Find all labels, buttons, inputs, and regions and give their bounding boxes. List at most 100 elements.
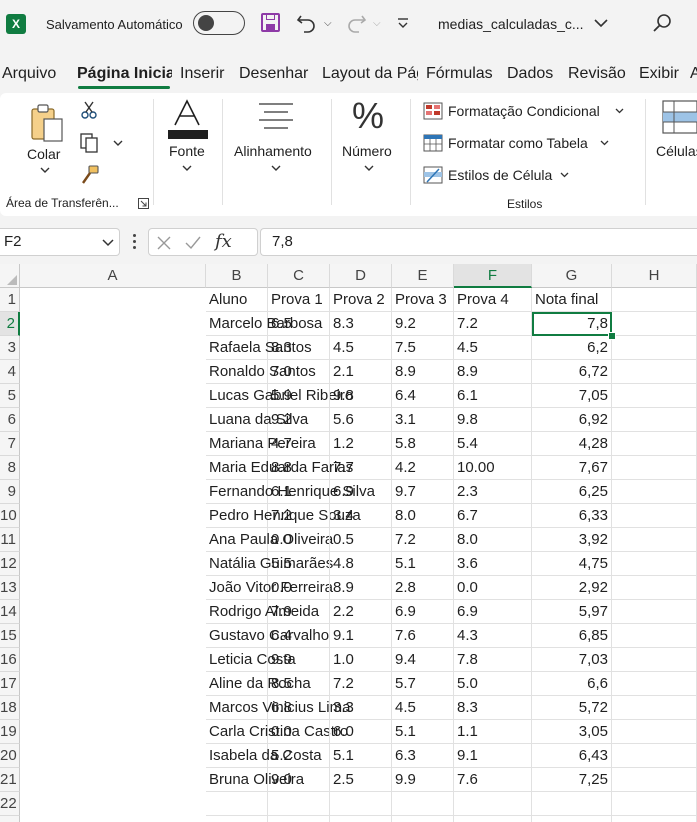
cell-f22[interactable] xyxy=(532,792,612,816)
cell-d3[interactable]: 7.5 xyxy=(392,336,454,360)
cell-b12[interactable]: 5.5 xyxy=(268,552,330,576)
cell-b10[interactable]: 7.2 xyxy=(268,504,330,528)
row-header-11[interactable]: 11 xyxy=(0,528,20,552)
row-header-7[interactable]: 7 xyxy=(0,432,20,456)
cell-d11[interactable]: 7.2 xyxy=(392,528,454,552)
cell-a9[interactable]: Fernando Henrique Silva xyxy=(206,480,375,504)
row-header-4[interactable]: 4 xyxy=(0,360,20,384)
row-header-12[interactable]: 12 xyxy=(0,552,20,576)
cell-e1[interactable]: Prova 4 xyxy=(454,288,532,312)
cell-d7[interactable]: 5.8 xyxy=(392,432,454,456)
search-icon[interactable] xyxy=(652,13,672,33)
format-as-table-button[interactable]: Formatar como Tabela xyxy=(448,135,588,151)
paste-label[interactable]: Colar xyxy=(27,146,60,162)
column-header-g[interactable]: G xyxy=(532,264,612,288)
cell-d18[interactable]: 4.5 xyxy=(392,696,454,720)
cell-c12[interactable]: 4.8 xyxy=(330,552,392,576)
cell-g19[interactable] xyxy=(612,720,697,744)
cell-c14[interactable]: 2.2 xyxy=(330,600,392,624)
cell-g13[interactable] xyxy=(612,576,697,600)
tab-inserir[interactable]: Inserir xyxy=(180,60,230,90)
cell-d6[interactable]: 3.1 xyxy=(392,408,454,432)
cell-f5[interactable]: 7,05 xyxy=(532,384,612,408)
cell-b15[interactable]: 6.4 xyxy=(268,624,330,648)
cell-g4[interactable] xyxy=(612,360,697,384)
cell-c7[interactable]: 1.2 xyxy=(330,432,392,456)
cell-c9[interactable]: 6.9 xyxy=(330,480,392,504)
row-header-18[interactable]: 18 xyxy=(0,696,20,720)
cell-d16[interactable]: 9.4 xyxy=(392,648,454,672)
cell-b21[interactable]: 9.0 xyxy=(268,768,330,792)
cell-e12[interactable]: 3.6 xyxy=(454,552,532,576)
cell-c1[interactable]: Prova 2 xyxy=(330,288,392,312)
paste-chevron-down-icon[interactable] xyxy=(40,167,50,174)
row-header-1[interactable]: 1 xyxy=(0,288,20,312)
cell-d14[interactable]: 6.9 xyxy=(392,600,454,624)
cell-a20[interactable]: Isabela da Costa xyxy=(206,744,322,768)
row-header-9[interactable]: 9 xyxy=(0,480,20,504)
paste-icon[interactable] xyxy=(30,103,66,143)
cell-g22[interactable] xyxy=(612,792,697,816)
more-options-icon[interactable] xyxy=(133,234,136,250)
cell-b7[interactable]: 4.7 xyxy=(268,432,330,456)
row-header-2[interactable]: 2 xyxy=(0,312,20,336)
formula-input[interactable]: 7,8 xyxy=(260,228,697,256)
cell-e4[interactable]: 8.9 xyxy=(454,360,532,384)
select-all-corner[interactable] xyxy=(0,264,20,288)
tab-desenhar[interactable]: Desenhar xyxy=(239,60,314,90)
cell-b1[interactable]: Prova 1 xyxy=(268,288,330,312)
tab-layout-da-pagina[interactable]: Layout da Página xyxy=(322,60,418,90)
enter-check-icon[interactable] xyxy=(185,236,201,250)
column-header-a[interactable]: A xyxy=(20,264,206,288)
cell-b20[interactable]: 5.2 xyxy=(268,744,330,768)
cell-f21[interactable]: 7,25 xyxy=(532,768,612,792)
cell-g1[interactable] xyxy=(612,288,697,312)
cell-g16[interactable] xyxy=(612,648,697,672)
conditional-chevron-down-icon[interactable] xyxy=(615,108,624,114)
fill-handle[interactable] xyxy=(608,332,616,340)
format-painter-icon[interactable] xyxy=(80,165,100,185)
cell-a3[interactable]: Rafaela Santos xyxy=(206,336,312,360)
cell-e23[interactable] xyxy=(454,816,532,822)
alignment-group[interactable]: Alinhamento xyxy=(228,93,328,216)
cell-a13[interactable]: João Vitor Ferreira xyxy=(206,576,333,600)
cell-a16[interactable]: Leticia Costa xyxy=(206,648,296,672)
cell-f15[interactable]: 6,85 xyxy=(532,624,612,648)
tab-revisao[interactable]: Revisão xyxy=(568,60,628,90)
cell-b14[interactable]: 7.9 xyxy=(268,600,330,624)
cell-c20[interactable]: 5.1 xyxy=(330,744,392,768)
selected-cell-f2[interactable]: 7,8 xyxy=(532,312,612,336)
redo-chevron-down-icon[interactable]: ⌵ xyxy=(373,18,381,29)
cell-c18[interactable]: 3.3 xyxy=(330,696,392,720)
row-header-19[interactable]: 19 xyxy=(0,720,20,744)
cell-c17[interactable]: 7.2 xyxy=(330,672,392,696)
cell-c3[interactable]: 4.5 xyxy=(330,336,392,360)
cell-f19[interactable]: 3,05 xyxy=(532,720,612,744)
cell-a21[interactable]: Bruna Oliveira xyxy=(206,768,304,792)
cell-f9[interactable]: 6,25 xyxy=(532,480,612,504)
cell-g17[interactable] xyxy=(612,672,697,696)
dialog-launcher-icon[interactable] xyxy=(138,198,149,209)
cell-c11[interactable]: 0.5 xyxy=(330,528,392,552)
cell-c2[interactable]: 8.3 xyxy=(330,312,392,336)
cell-b17[interactable]: 8.5 xyxy=(268,672,330,696)
cell-e18[interactable]: 8.3 xyxy=(454,696,532,720)
cell-c23[interactable] xyxy=(330,816,392,822)
cell-e19[interactable]: 1.1 xyxy=(454,720,532,744)
cell-f10[interactable]: 6,33 xyxy=(532,504,612,528)
cell-e6[interactable]: 9.8 xyxy=(454,408,532,432)
cell-a4[interactable]: Ronaldo Santos xyxy=(206,360,316,384)
cell-g15[interactable] xyxy=(612,624,697,648)
copy-icon[interactable] xyxy=(80,133,98,153)
row-header-13[interactable]: 13 xyxy=(0,576,20,600)
table-chevron-down-icon[interactable] xyxy=(600,140,609,146)
cut-icon[interactable] xyxy=(81,101,97,119)
cell-g21[interactable] xyxy=(612,768,697,792)
cell-f12[interactable]: 4,75 xyxy=(532,552,612,576)
cell-b6[interactable]: 9.2 xyxy=(268,408,330,432)
column-header-c[interactable]: C xyxy=(268,264,330,288)
cell-c6[interactable]: 5.6 xyxy=(330,408,392,432)
cell-c15[interactable]: 9.1 xyxy=(330,624,392,648)
cell-g20[interactable] xyxy=(612,744,697,768)
insert-function-icon[interactable]: fx xyxy=(215,231,232,252)
